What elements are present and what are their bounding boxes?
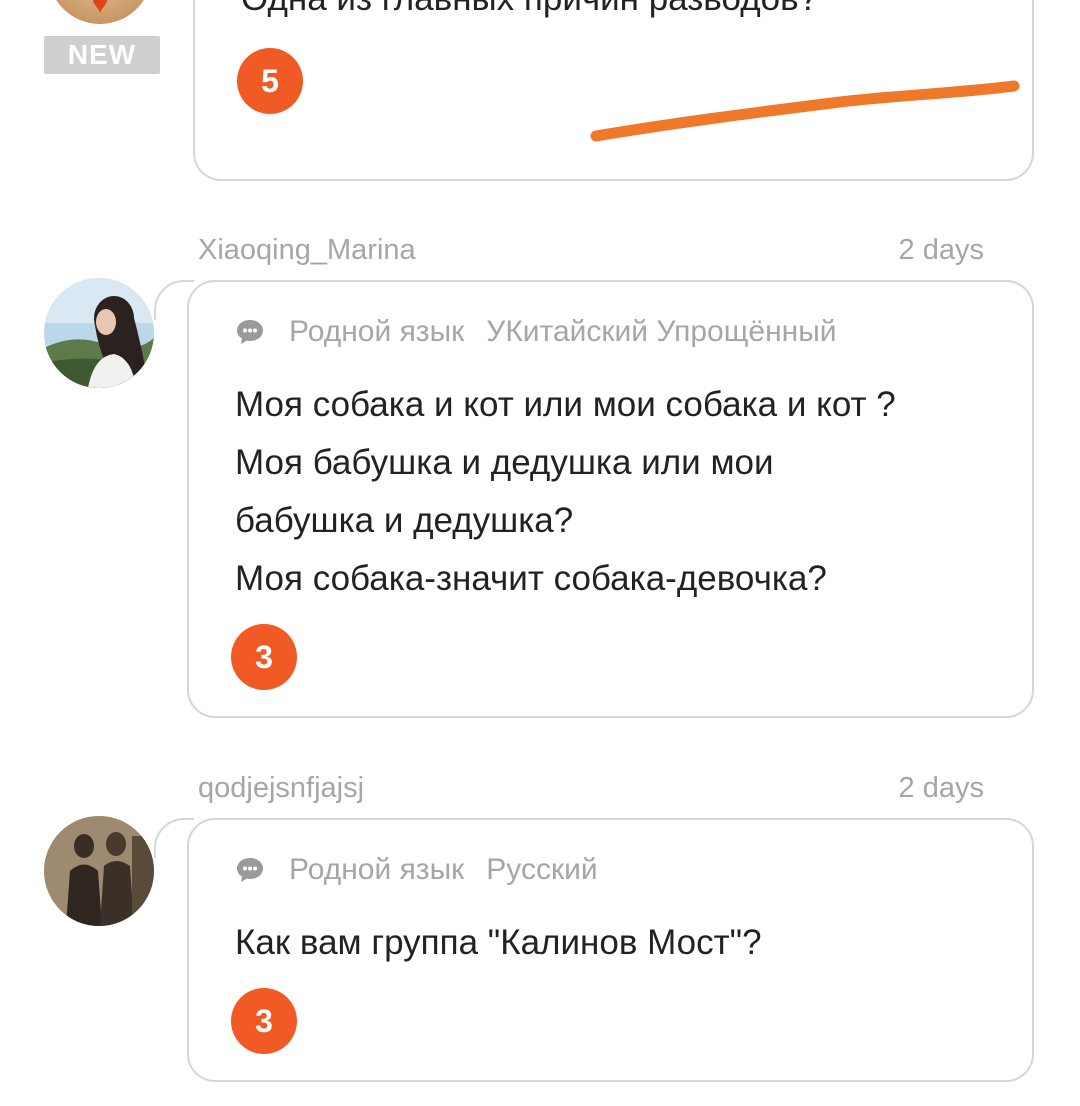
- language-tag: Родной язык УКитайский Упрощённый: [235, 312, 837, 352]
- tag-value: УКитайский Упрощённый: [486, 315, 837, 348]
- tag-label: Родной язык: [289, 315, 465, 348]
- question-card[interactable]: Одна из главных причин разводов? 5: [193, 0, 1034, 181]
- language-tag: Родной язык Русский: [235, 850, 598, 890]
- post-time: 2 days: [898, 772, 984, 804]
- avatar[interactable]: [44, 278, 154, 388]
- tag-label: Родной язык: [289, 853, 465, 886]
- username[interactable]: qodjejsnfjajsj: [198, 772, 364, 805]
- tag-value: Русский: [486, 853, 598, 886]
- answer-count-badge: 3: [231, 988, 297, 1054]
- answer-count-badge: 5: [237, 48, 303, 114]
- avatar[interactable]: [44, 816, 154, 926]
- answer-count-badge: 3: [231, 624, 297, 690]
- post-time: 2 days: [898, 234, 984, 266]
- chat-bubble-icon: [237, 858, 263, 882]
- avatar[interactable]: ♥: [48, 0, 152, 24]
- question-text: Как вам группа "Калинов Мост"?: [235, 923, 762, 962]
- chat-bubble-icon: [237, 320, 263, 344]
- new-badge: NEW: [44, 36, 160, 74]
- question-text: Моя собака и кот или мои собака и кот ? …: [235, 385, 896, 598]
- username[interactable]: Xiaoqing_Marina: [198, 234, 416, 267]
- question-card[interactable]: Родной язык Русский Как вам группа "Кали…: [187, 818, 1034, 1082]
- question-text: Одна из главных причин разводов?: [241, 0, 818, 28]
- question-card[interactable]: Родной язык УКитайский Упрощённый Моя со…: [187, 280, 1034, 718]
- heart-icon: ♥: [91, 0, 109, 19]
